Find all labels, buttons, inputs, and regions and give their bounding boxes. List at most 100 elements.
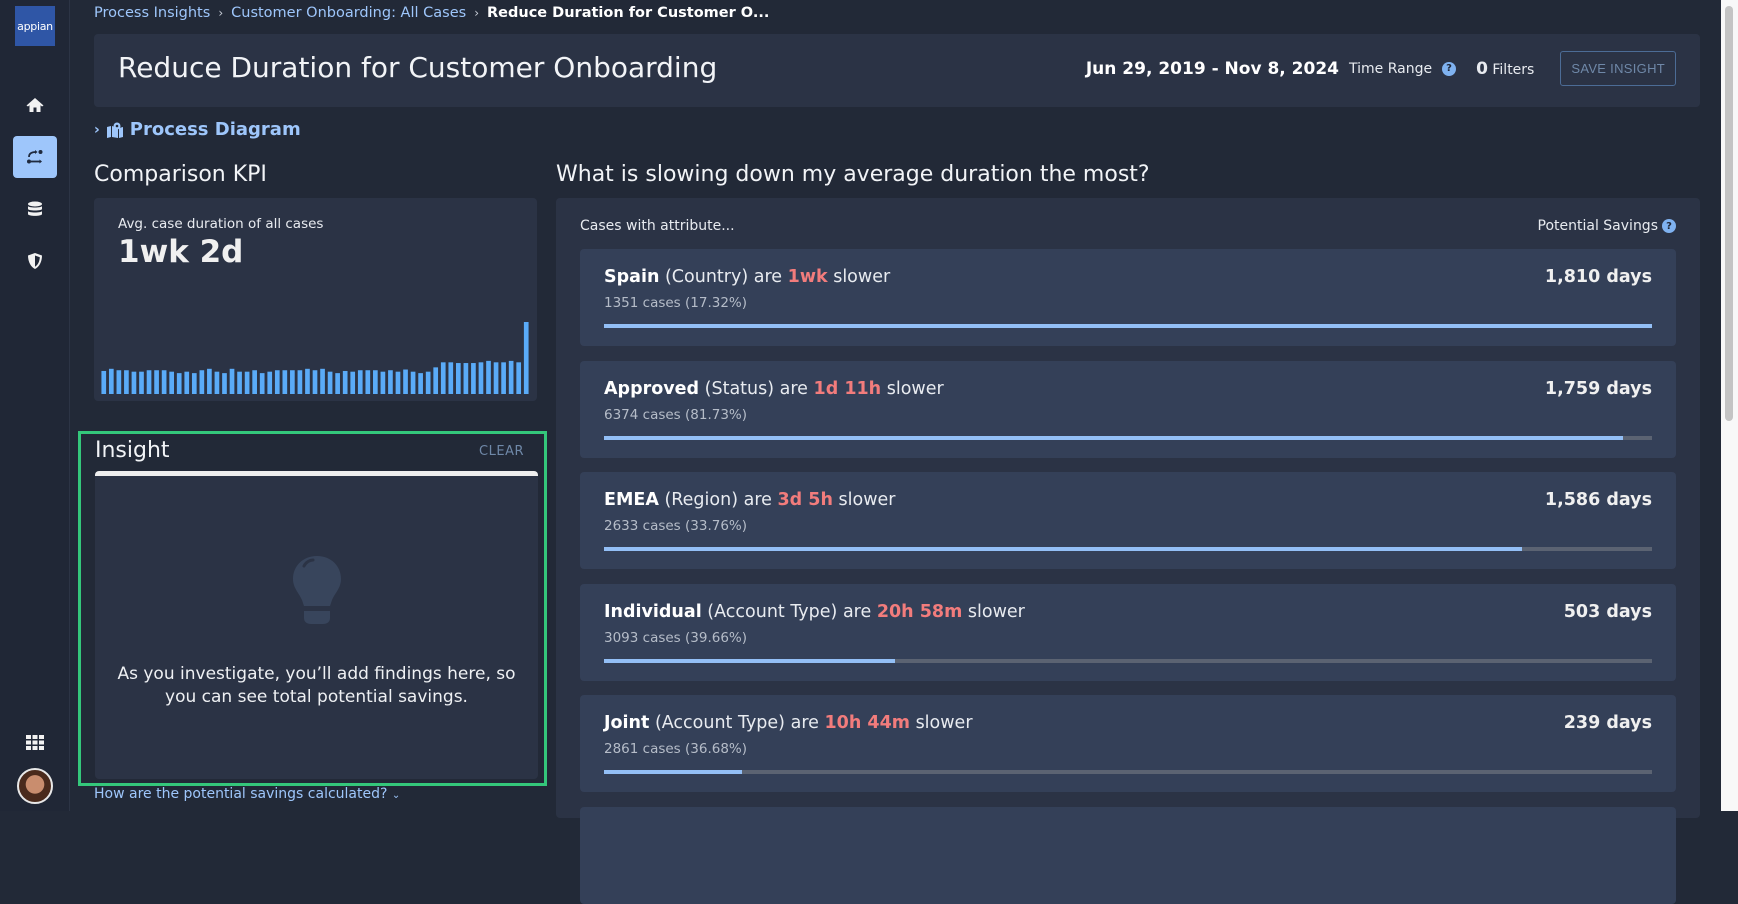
sparkline-bar xyxy=(486,360,491,394)
sparkline-bar xyxy=(101,370,107,394)
help-icon[interactable]: ? xyxy=(1662,219,1676,233)
chevron-down-icon: ⌄ xyxy=(391,790,401,801)
sidebar-item-data[interactable] xyxy=(13,188,57,230)
attribute-summary: EMEA (Region) are 3d 5h slower xyxy=(604,490,895,510)
sidebar-item-home[interactable] xyxy=(13,84,57,126)
attribute-delta: 20h 58m xyxy=(876,602,963,622)
process-flow-icon xyxy=(27,150,43,164)
attribute-card[interactable] xyxy=(580,807,1676,904)
kpi-card: Avg. case duration of all cases 1wk 2d xyxy=(94,198,537,401)
filters-count: 0 xyxy=(1476,58,1488,79)
sparkline-bar xyxy=(191,373,197,394)
home-icon xyxy=(26,98,44,112)
sparkline-bar xyxy=(305,368,310,394)
sparkline-bar xyxy=(214,371,220,394)
sparkline-bar xyxy=(440,362,446,394)
sparkline-bar xyxy=(176,373,182,394)
lightbulb-icon xyxy=(293,556,341,624)
attribute-are: are xyxy=(842,602,872,622)
help-icon[interactable]: ? xyxy=(1442,61,1457,76)
attribute-savings: 1,759 days xyxy=(1544,379,1652,399)
insight-panel: Insight CLEAR As you investigate, you’ll… xyxy=(78,431,547,786)
scrollbar-thumb[interactable] xyxy=(1725,6,1733,421)
chevron-right-icon: › xyxy=(474,6,479,20)
kpi-label: Avg. case duration of all cases xyxy=(118,216,324,232)
attribute-delta: 1d 11h xyxy=(813,379,882,399)
page-scrollbar[interactable] xyxy=(1721,0,1738,811)
sparkline-bar xyxy=(290,370,295,394)
attribute-delta: 3d 5h xyxy=(777,490,833,510)
sidebar-item-security[interactable] xyxy=(13,240,57,282)
savings-bar xyxy=(604,324,1652,328)
attribute-name: (Status) xyxy=(704,379,775,399)
attribute-case-count: 3093 cases (39.66%) xyxy=(604,630,748,646)
attribute-card[interactable]: Joint (Account Type) are 10h 44m slower 2… xyxy=(580,695,1676,792)
sparkline-bar xyxy=(131,371,137,394)
sparkline-bar xyxy=(207,368,212,394)
sparkline-bar xyxy=(320,368,325,394)
page-title: Reduce Duration for Customer Onboarding xyxy=(118,51,718,84)
sparkline-bar xyxy=(229,368,235,394)
savings-bar xyxy=(604,770,1652,774)
sparkline-bar xyxy=(471,363,476,394)
attribute-are: are xyxy=(743,490,772,510)
sparkline-bar xyxy=(455,363,461,394)
potential-savings-header: Potential Savings ? xyxy=(1538,218,1676,234)
process-diagram-label: Process Diagram xyxy=(129,119,301,140)
attribute-savings: 1,810 days xyxy=(1544,267,1652,287)
user-avatar[interactable] xyxy=(17,768,53,804)
sidebar-item-process-insights[interactable] xyxy=(13,136,57,178)
sparkline-bar xyxy=(244,371,250,394)
breadcrumb-customer-onboarding[interactable]: Customer Onboarding: All Cases xyxy=(231,5,466,21)
how-savings-calculated-link[interactable]: How are the potential savings calculated… xyxy=(94,786,400,802)
shield-icon xyxy=(28,253,42,269)
sparkline-bar xyxy=(463,363,469,394)
slowdown-title: What is slowing down my average duration… xyxy=(556,162,1150,187)
header-card: Reduce Duration for Customer Onboarding … xyxy=(94,34,1700,107)
attribute-card[interactable]: Individual (Account Type) are 20h 58m sl… xyxy=(580,584,1676,681)
filters-button[interactable]: 0 Filters xyxy=(1476,59,1534,79)
breadcrumb-process-insights[interactable]: Process Insights xyxy=(94,5,210,21)
sparkline-bar xyxy=(388,370,393,394)
sparkline-bar xyxy=(395,371,401,394)
attribute-summary: Individual (Account Type) are 20h 58m sl… xyxy=(604,602,1025,622)
clear-button[interactable]: CLEAR xyxy=(479,444,524,459)
process-diagram-toggle[interactable]: › Process Diagram xyxy=(94,119,301,140)
how-link-label: How are the potential savings calculated… xyxy=(94,786,388,802)
sparkline-bar xyxy=(116,370,122,394)
attribute-card[interactable]: Approved (Status) are 1d 11h slower 6374 … xyxy=(580,361,1676,458)
insight-body: As you investigate, you’ll add findings … xyxy=(95,471,538,779)
date-range[interactable]: Jun 29, 2019 - Nov 8, 2024 xyxy=(1086,59,1339,79)
sparkline-bar xyxy=(493,362,499,394)
attribute-card[interactable]: Spain (Country) are 1wk slower 1351 cases… xyxy=(580,249,1676,346)
sparkline-bar xyxy=(342,370,348,394)
kpi-value: 1wk 2d xyxy=(118,234,244,270)
sparkline-bar xyxy=(282,370,288,394)
savings-bar-fill xyxy=(604,547,1523,551)
potential-savings-label: Potential Savings xyxy=(1537,218,1658,234)
attribute-card[interactable]: EMEA (Region) are 3d 5h slower 2633 cases… xyxy=(580,472,1676,569)
attribute-slower: slower xyxy=(967,602,1025,622)
attribute-summary: Approved (Status) are 1d 11h slower xyxy=(604,379,944,399)
attribute-slower: slower xyxy=(886,379,944,399)
sparkline-bar xyxy=(274,370,280,394)
sparkline-bar xyxy=(154,370,159,394)
sparkline-bar xyxy=(365,370,371,394)
sparkline-bar xyxy=(478,362,484,394)
sparkline-bar xyxy=(335,373,340,394)
sparkline-bar xyxy=(433,367,439,394)
database-icon xyxy=(28,201,42,216)
savings-bar xyxy=(604,659,1652,663)
sparkline-bar xyxy=(410,371,416,394)
sidebar: appian xyxy=(0,0,70,811)
save-insight-button[interactable]: SAVE INSIGHT xyxy=(1560,51,1676,86)
sparkline-bar xyxy=(161,370,167,394)
app-launcher-button[interactable] xyxy=(13,721,57,763)
chevron-right-icon: › xyxy=(218,6,224,20)
appian-logo[interactable]: appian xyxy=(15,6,55,46)
sparkline-bar xyxy=(297,370,303,394)
attribute-case-count: 2861 cases (36.68%) xyxy=(604,741,748,757)
breadcrumb: Process Insights › Customer Onboarding: … xyxy=(94,5,769,21)
sparkline-bar xyxy=(425,371,431,394)
sparkline-bar xyxy=(380,371,386,394)
